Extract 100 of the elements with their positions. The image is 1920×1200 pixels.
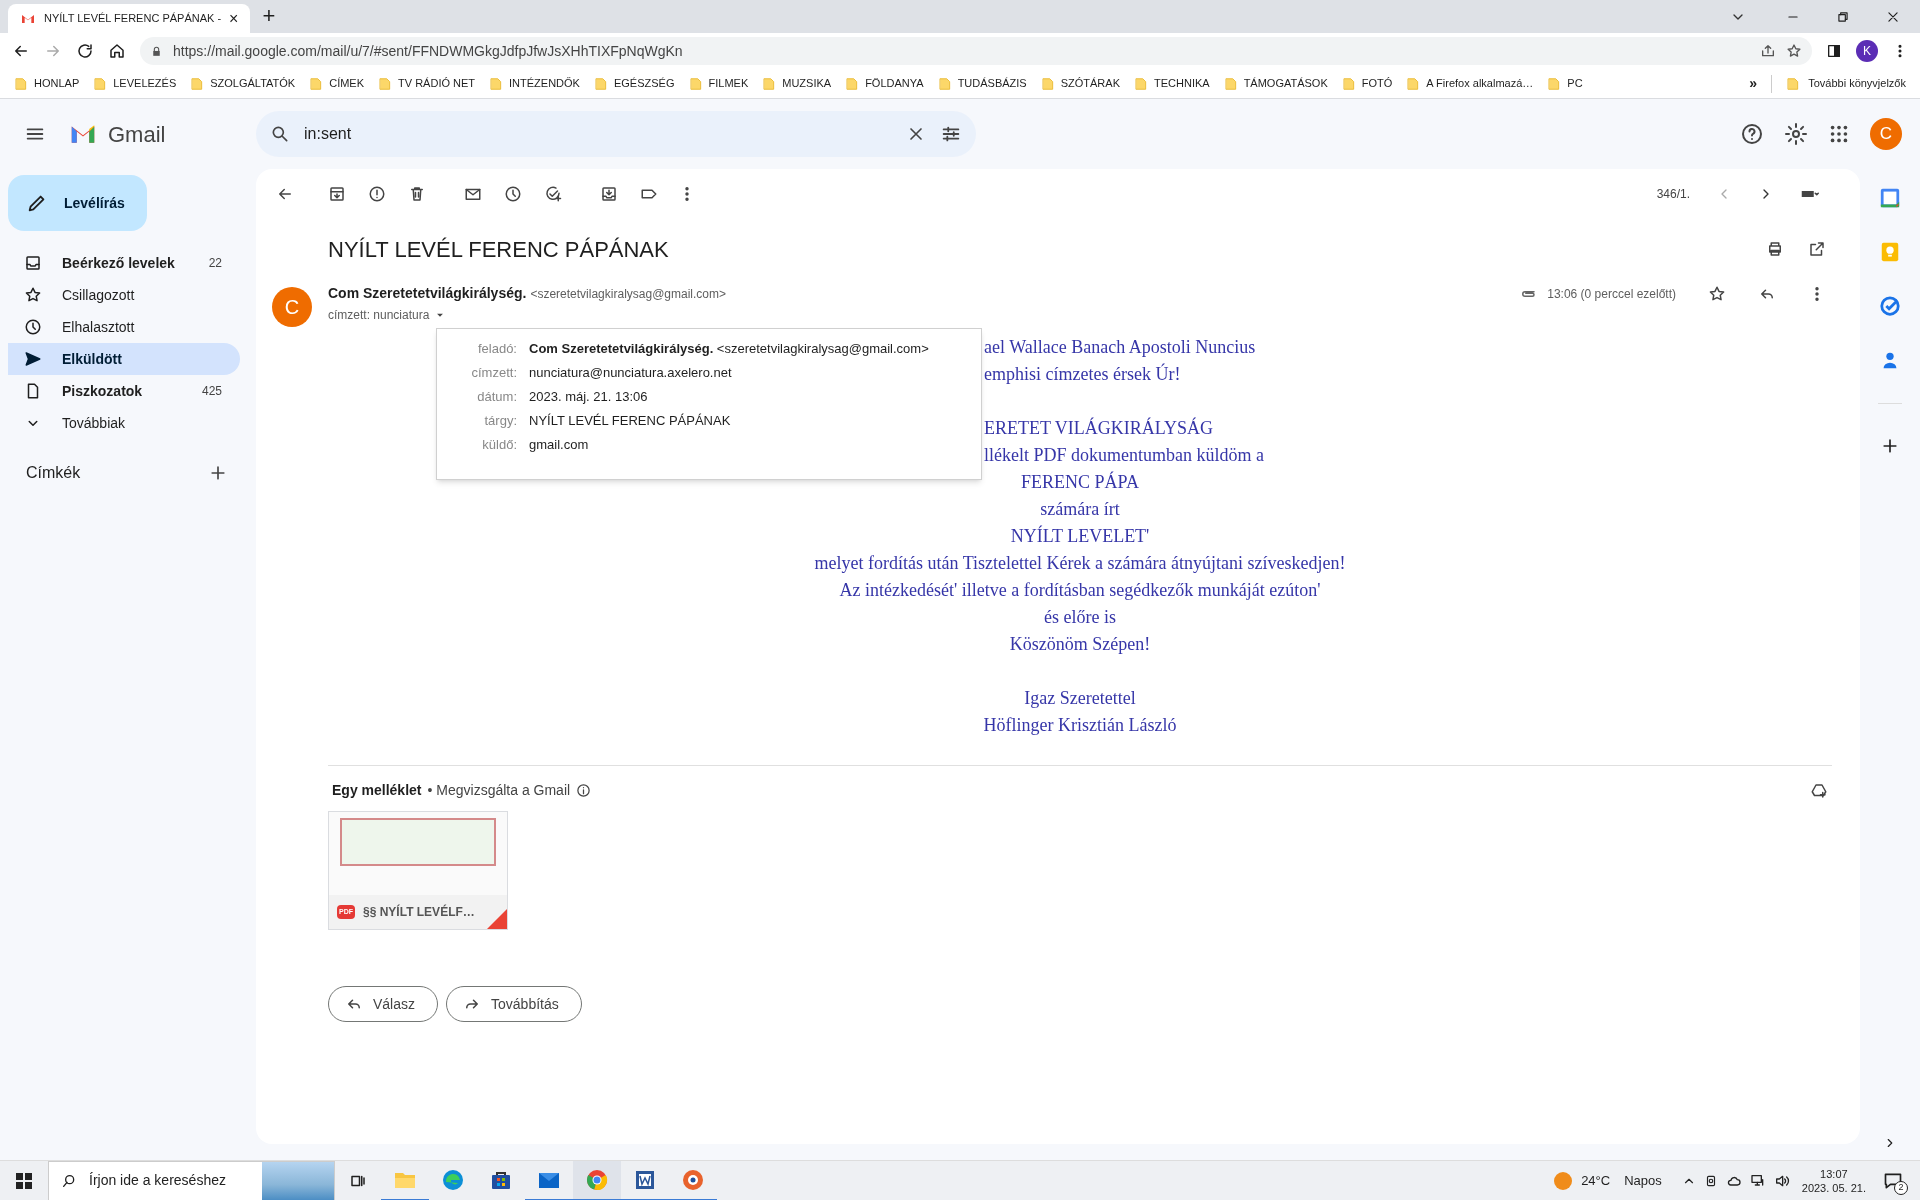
bookmark[interactable]: FOTÓ xyxy=(1341,75,1393,92)
detail-value: nunciatura@nunciatura.axelero.net xyxy=(529,364,732,383)
clock[interactable]: 13:07 2023. 05. 21. xyxy=(1801,1166,1866,1195)
taskbar-search-field[interactable]: Írjon ide a kereséshez xyxy=(48,1160,335,1200)
folder-item[interactable]: Továbbiak xyxy=(8,407,240,439)
folder-label: Elküldött xyxy=(62,349,123,369)
letter-line: NYÍLT LEVELET' xyxy=(1010,524,1150,548)
bookmark[interactable]: FILMEK xyxy=(688,75,749,92)
close-icon[interactable] xyxy=(1886,9,1900,24)
restore-icon[interactable] xyxy=(1836,9,1850,24)
folder-item[interactable]: Beérkező levelek 22 xyxy=(8,247,240,279)
info-icon[interactable] xyxy=(576,783,592,798)
compose-button[interactable]: Levélírás xyxy=(8,175,147,231)
print-icon[interactable] xyxy=(1766,240,1784,258)
new-tab-button[interactable]: + xyxy=(262,5,276,27)
browser-tab[interactable]: NYÍLT LEVÉL FERENC PÁPÁNAK - × xyxy=(8,4,251,33)
recipient-details-toggle[interactable]: címzett: nunciatura xyxy=(328,306,448,324)
clock-icon[interactable] xyxy=(504,185,522,203)
help-icon[interactable] xyxy=(1740,122,1764,146)
folder-icon xyxy=(14,76,28,91)
email-subject: NYÍLT LEVÉL FERENC PÁPÁNAK xyxy=(328,235,670,264)
letter-line: Köszönöm Szépen! xyxy=(1009,633,1151,656)
folder-item[interactable]: Elhalasztott xyxy=(8,311,240,343)
reload-icon[interactable] xyxy=(76,42,94,60)
bookmark[interactable]: SZOLGÁLTATÓK xyxy=(190,75,296,92)
calendar-icon[interactable] xyxy=(1879,187,1901,209)
settings-icon[interactable] xyxy=(1784,122,1808,146)
report-icon[interactable] xyxy=(368,185,386,203)
bookmark[interactable]: A Firefox alkalmazá… xyxy=(1406,75,1534,92)
bookmark[interactable]: TÁMOGATÁSOK xyxy=(1223,75,1328,92)
bookmark[interactable]: TECHNIKA xyxy=(1134,75,1210,92)
letter-line: és előre is xyxy=(1044,606,1116,629)
other-bookmarks[interactable]: További könyvjelzők xyxy=(1786,75,1906,92)
tab-close-button[interactable]: × xyxy=(229,10,239,27)
bookmark[interactable]: TV RÁDIÓ NET xyxy=(378,75,476,92)
bookmark[interactable]: LEVELEZÉS xyxy=(93,75,177,92)
folder-label: Csillagozott xyxy=(62,285,136,305)
trash-icon[interactable] xyxy=(408,185,426,203)
sender-name: Com Szeretetetvilágkirálység. xyxy=(328,284,527,303)
folder-icon xyxy=(1134,76,1148,91)
lock-icon xyxy=(150,44,163,58)
search-icon[interactable] xyxy=(270,124,290,144)
side-panel-icon[interactable] xyxy=(1826,43,1842,59)
message-counter: 346/1. xyxy=(1656,186,1690,203)
home-icon[interactable] xyxy=(108,42,126,60)
detail-value: Com Szeretetetvilágkirálység. <szeretetvilagkiralysag@gmail.com> xyxy=(529,340,929,359)
profile-avatar[interactable]: K xyxy=(1856,40,1878,62)
detail-value: NYÍLT LEVÉL FERENC PÁPÁNAK xyxy=(529,412,731,431)
folder-count: 425 xyxy=(201,383,222,400)
star-icon[interactable] xyxy=(1708,285,1726,303)
letter-line: llékelt PDF dokumentumban küldöm a xyxy=(984,444,1264,467)
bookmark[interactable]: MUZSIKA xyxy=(762,75,832,92)
archive-icon[interactable] xyxy=(328,185,346,203)
bookmark[interactable]: SZÓTÁRAK xyxy=(1040,75,1120,92)
letter-line: számára írt xyxy=(1040,498,1120,521)
task-add-icon[interactable] xyxy=(544,185,562,203)
open-in-new-window-icon[interactable] xyxy=(1808,240,1826,258)
move-to-icon[interactable] xyxy=(600,185,618,203)
bookmark[interactable]: PC xyxy=(1547,75,1583,92)
folder-icon xyxy=(1223,76,1238,91)
folder-icon xyxy=(93,76,108,91)
bookmark[interactable]: TUDÁSBÁZIS xyxy=(937,75,1027,92)
folder-icon xyxy=(1786,76,1801,91)
message-time: 13:06 (0 perccel ezelőtt) xyxy=(1547,286,1676,303)
task-check-icon[interactable] xyxy=(1879,295,1901,317)
folder-icon xyxy=(1040,76,1055,91)
apps-grid-icon[interactable] xyxy=(1828,123,1850,145)
bookmark[interactable]: INTÉZENDŐK xyxy=(489,75,580,92)
folder-icon xyxy=(593,76,608,91)
folder-item[interactable]: Csillagozott xyxy=(8,279,240,311)
share-icon[interactable] xyxy=(1760,43,1776,59)
detail-label: küldő: xyxy=(481,436,517,455)
folder-icon xyxy=(845,76,860,91)
network-icon[interactable] xyxy=(1749,1172,1766,1189)
windows-start-icon[interactable] xyxy=(16,1172,32,1189)
folder-item[interactable]: Elküldött xyxy=(8,343,240,375)
folder-icon xyxy=(309,76,324,91)
star-icon xyxy=(24,286,42,304)
bookmark[interactable]: EGÉSZSÉG xyxy=(593,75,675,92)
sender-email: <szeretetvilagkiralysag@gmail.com> xyxy=(530,286,726,303)
folder-item[interactable]: Piszkozatok 425 xyxy=(8,375,240,407)
notifications-button[interactable]: 2 xyxy=(1878,1166,1908,1195)
letter-line: FERENC PÁPA xyxy=(1021,470,1139,494)
tab-title: NYÍLT LEVÉL FERENC PÁPÁNAK - xyxy=(44,11,222,27)
more-bookmarks-button[interactable]: » xyxy=(1749,73,1758,94)
page-corner-icon xyxy=(487,909,507,929)
letter-line: ael Wallace Banach Apostoli Nuncius xyxy=(984,336,1256,359)
bookmark[interactable]: FÖLDANYA xyxy=(845,75,924,92)
bookmark[interactable]: HONLAP xyxy=(14,75,80,92)
taskbar-app[interactable] xyxy=(573,1160,621,1200)
gmail-wordmark[interactable]: Gmail xyxy=(108,117,166,151)
star-icon[interactable] xyxy=(1786,43,1802,59)
search-field[interactable]: in:sent xyxy=(256,111,976,157)
weather-widget[interactable]: 24°C Napos xyxy=(1553,1170,1662,1191)
chrome-browser-icon xyxy=(585,1167,609,1192)
detail-value: 2023. máj. 21. 13:06 xyxy=(529,388,648,407)
labels-heading: Címkék xyxy=(26,463,82,483)
address-bar[interactable]: https://mail.google.com/mail/u/7/#sent/FFNDWMGkgJdfpJfwJsXHhTIXFpNqWgKn xyxy=(140,37,1812,65)
letter-line: ERETET VILÁGKIRÁLYSÁG xyxy=(984,416,1214,440)
bookmark[interactable]: CÍMEK xyxy=(309,75,365,92)
